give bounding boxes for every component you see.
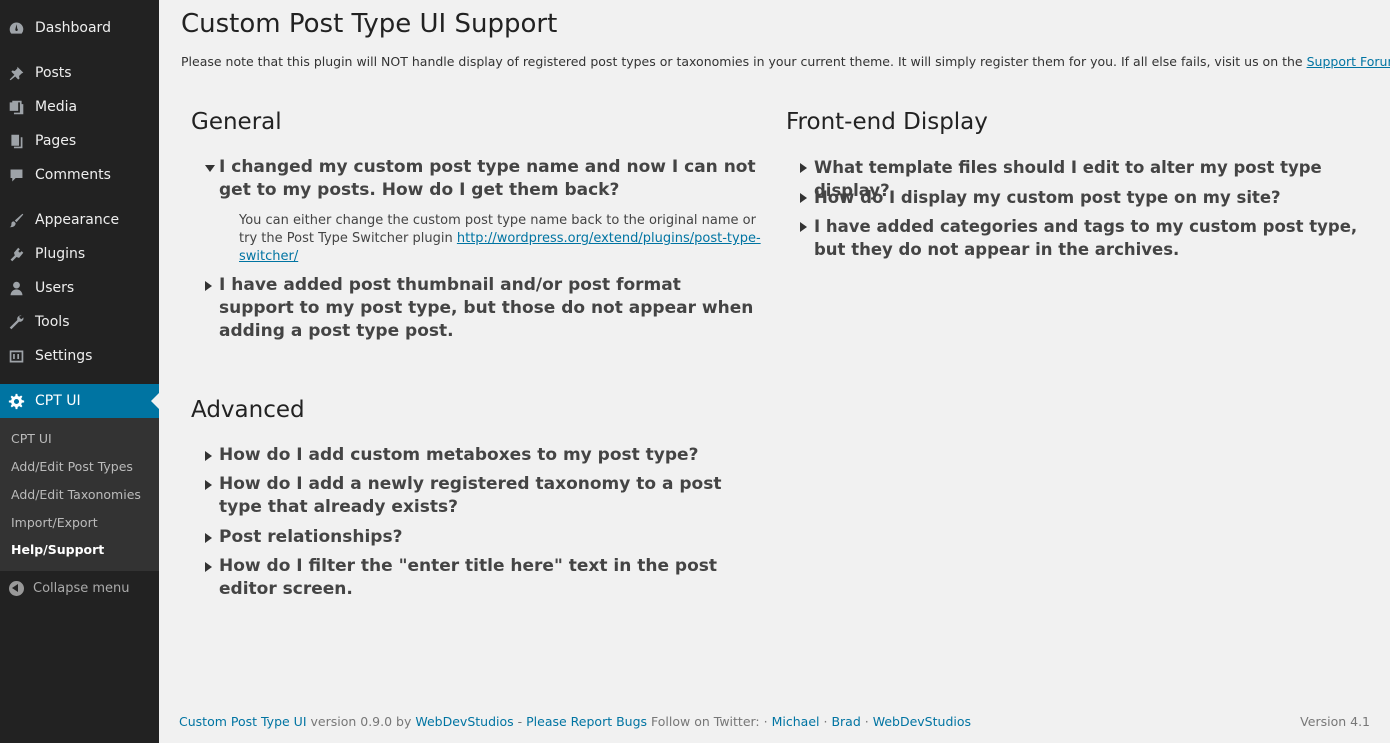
menu-label: Appearance (35, 212, 120, 228)
footer-separator: · (864, 714, 869, 729)
plugin-icon (7, 245, 25, 263)
pushpin-icon (7, 64, 25, 82)
gear-icon (7, 392, 25, 410)
collapsed-triangle-icon (205, 281, 212, 291)
cpt-ui-submenu: CPT UI Add/Edit Post Types Add/Edit Taxo… (0, 418, 159, 571)
menu-item-users[interactable]: Users (0, 271, 159, 305)
submenu-item-import-export[interactable]: Import/Export (11, 515, 98, 530)
wrench-icon (7, 313, 25, 331)
collapsed-triangle-icon (205, 480, 212, 490)
menu-label: Comments (35, 167, 111, 183)
menu-label: Plugins (35, 246, 86, 262)
collapse-menu-label: Collapse menu (33, 580, 130, 596)
menu-label: Tools (35, 314, 70, 330)
collapsed-triangle-icon (800, 222, 807, 232)
submenu-item-help-support[interactable]: Help/Support (11, 542, 104, 557)
menu-item-posts[interactable]: Posts (0, 56, 159, 90)
follow-twitter-text: Follow on Twitter: (651, 714, 760, 729)
dashboard-icon (7, 19, 25, 37)
collapsed-triangle-icon (205, 451, 212, 461)
twitter-webdevstudios-link[interactable]: WebDevStudios (873, 714, 971, 729)
faq-question-text: How do I display my custom post type on … (814, 188, 1281, 207)
twitter-michael-link[interactable]: Michael (772, 714, 820, 729)
menu-label: Posts (35, 65, 72, 81)
admin-sidebar: Dashboard Posts Media Pages Comments App… (0, 0, 159, 743)
plugin-version-text: version 0.9.0 by (310, 714, 412, 729)
twitter-brad-link[interactable]: Brad (831, 714, 860, 729)
menu-item-settings[interactable]: Settings (0, 339, 159, 373)
user-icon (7, 279, 25, 297)
collapse-arrow-icon (9, 580, 24, 596)
support-forums-link[interactable]: Support Forums (1307, 54, 1390, 69)
intro-sentence: Please note that this plugin will NOT ha… (181, 54, 1303, 69)
settings-icon (7, 347, 25, 365)
faq-question-display-post-type[interactable]: How do I display my custom post type on … (800, 186, 1374, 209)
faq-question-enter-title-filter[interactable]: How do I filter the "enter title here" t… (205, 555, 764, 601)
faq-question-text: I changed my custom post type name and n… (219, 157, 756, 200)
plugin-home-link[interactable]: Custom Post Type UI (179, 714, 307, 729)
faq-question-text: I have added post thumbnail and/or post … (219, 275, 754, 341)
faq-question-custom-metaboxes[interactable]: How do I add custom metaboxes to my post… (205, 444, 769, 467)
paintbrush-icon (7, 211, 25, 229)
page-title: Custom Post Type UI Support (181, 9, 558, 39)
collapsed-triangle-icon (205, 533, 212, 543)
menu-item-comments[interactable]: Comments (0, 158, 159, 192)
faq-question-register-taxonomy[interactable]: How do I add a newly registered taxonomy… (205, 473, 769, 519)
faq-question-categories-archives[interactable]: I have added categories and tags to my c… (800, 215, 1364, 261)
menu-label: Users (35, 280, 75, 296)
expanded-triangle-icon (205, 165, 215, 172)
comment-icon (7, 166, 25, 184)
menu-label: Settings (35, 348, 93, 364)
faq-question-rename-post-type[interactable]: I changed my custom post type name and n… (205, 156, 769, 202)
menu-item-cpt-ui[interactable]: CPT UI (0, 384, 159, 418)
submenu-item-add-edit-post-types[interactable]: Add/Edit Post Types (11, 459, 133, 474)
general-section-title: General (191, 109, 282, 135)
faq-question-text: Post relationships? (219, 527, 403, 547)
collapsed-triangle-icon (800, 163, 807, 173)
footer-separator: · (823, 714, 828, 729)
faq-question-post-relationships[interactable]: Post relationships? (205, 526, 769, 549)
faq-question-text: How do I add custom metaboxes to my post… (219, 445, 699, 465)
footer-credits: Custom Post Type UI version 0.9.0 by Web… (179, 714, 971, 729)
media-icon (7, 98, 25, 116)
menu-item-dashboard[interactable]: Dashboard (0, 11, 159, 45)
faq-question-thumbnail-support[interactable]: I have added post thumbnail and/or post … (205, 274, 759, 343)
menu-item-plugins[interactable]: Plugins (0, 237, 159, 271)
submenu-item-cpt-ui[interactable]: CPT UI (11, 431, 52, 446)
menu-item-tools[interactable]: Tools (0, 305, 159, 339)
intro-text: Please note that this plugin will NOT ha… (181, 54, 1390, 69)
collapsed-triangle-icon (800, 193, 807, 203)
faq-question-text: How do I add a newly registered taxonomy… (219, 474, 722, 517)
collapse-menu-button[interactable]: Collapse menu (0, 576, 159, 600)
frontend-section-title: Front-end Display (786, 109, 988, 135)
faq-answer-rename-post-type: You can either change the custom post ty… (239, 212, 764, 266)
faq-question-text: I have added categories and tags to my c… (814, 217, 1358, 259)
menu-item-media[interactable]: Media (0, 90, 159, 124)
active-menu-arrow (151, 393, 159, 409)
footer-separator: · (763, 714, 768, 729)
menu-label: Dashboard (35, 20, 111, 36)
author-link[interactable]: WebDevStudios (415, 714, 513, 729)
collapsed-triangle-icon (205, 562, 212, 572)
report-bugs-link[interactable]: Please Report Bugs (526, 714, 647, 729)
menu-item-appearance[interactable]: Appearance (0, 203, 159, 237)
menu-label: CPT UI (35, 393, 81, 409)
footer-dash: - (517, 714, 523, 729)
menu-label: Media (35, 99, 78, 115)
menu-label: Pages (35, 133, 77, 149)
faq-question-text: How do I filter the "enter title here" t… (219, 556, 718, 599)
advanced-section-title: Advanced (191, 397, 305, 423)
submenu-item-add-edit-taxonomies[interactable]: Add/Edit Taxonomies (11, 487, 141, 502)
menu-item-pages[interactable]: Pages (0, 124, 159, 158)
pages-icon (7, 132, 25, 150)
wordpress-version: Version 4.1 (1300, 714, 1370, 729)
